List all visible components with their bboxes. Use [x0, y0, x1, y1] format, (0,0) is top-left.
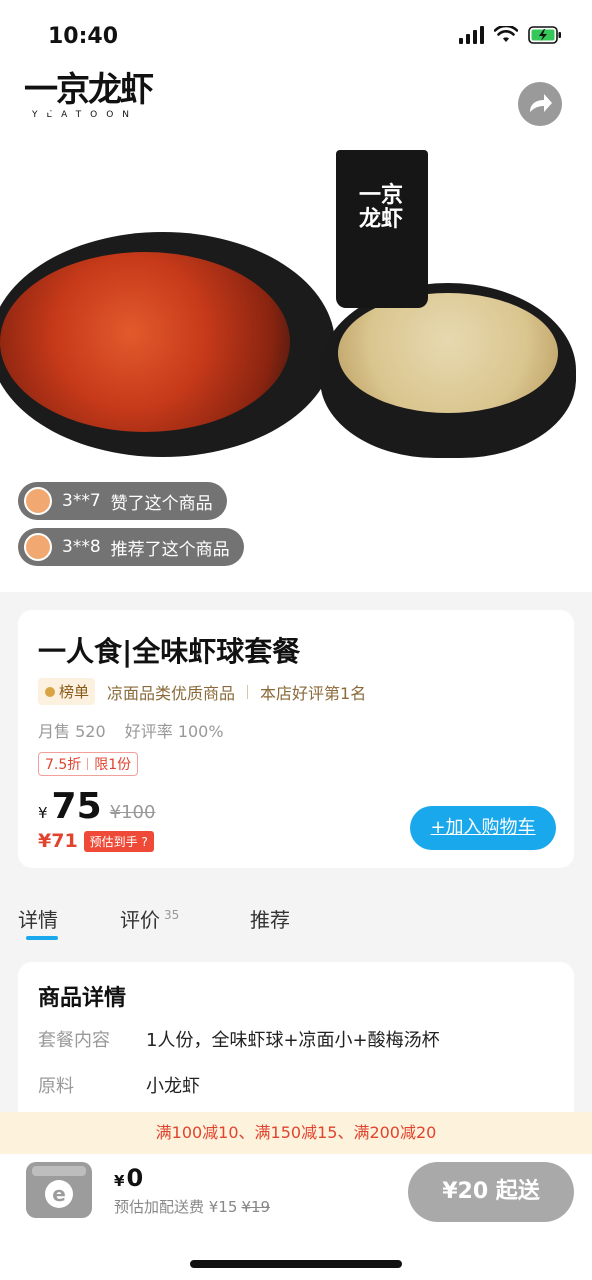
product-detail-card: 商品详情 套餐内容 1人份，全味虾球+凉面小+酸梅汤杯 原料 小龙虾 [18, 962, 574, 1132]
status-bar: 10:40 [0, 0, 592, 76]
wifi-icon [494, 26, 518, 42]
divider [247, 684, 249, 699]
estimated-price: ¥71 [38, 830, 78, 852]
social-proof-like: 3**7 赞了这个商品 [18, 482, 227, 520]
add-to-cart-button[interactable]: +加入购物车 [410, 806, 556, 850]
delivery-fee: 预估加配送费 ¥15 ¥19 [114, 1198, 271, 1216]
status-time: 10:40 [48, 24, 119, 49]
social-proof-recommend: 3**8 推荐了这个商品 [18, 528, 244, 566]
medal-icon [45, 687, 55, 697]
discount-rate: 7.5折 [45, 757, 82, 773]
detail-tabs: 详情 评价 35 推荐 [18, 896, 574, 946]
cellular-signal-icon [459, 26, 484, 44]
currency-symbol: ¥ [38, 804, 48, 822]
tab-details[interactable]: 详情 [18, 904, 58, 933]
ranking-category: 凉面品类优质商品 [107, 683, 236, 703]
divider [87, 758, 89, 770]
sales-stats: 月售 520 好评率 100% [38, 718, 224, 742]
social-text: 推荐了这个商品 [110, 539, 230, 560]
detail-label: 原料 [38, 1076, 74, 1097]
social-user: 3**8 [62, 537, 101, 557]
promo-banner: 满100减10、满150减15、满200减20 [0, 1112, 592, 1154]
drink-cup-image: 一京龙虾 [336, 150, 428, 308]
delivery-fee-original: ¥19 [241, 1198, 271, 1216]
detail-label: 套餐内容 [38, 1030, 110, 1051]
battery-charging-icon [528, 26, 561, 44]
chevron-left-icon [39, 91, 52, 115]
price-row: ¥ 75 ¥100 [38, 786, 155, 827]
social-user: 3**7 [62, 491, 101, 511]
detail-title: 商品详情 [38, 986, 127, 1011]
home-indicator [190, 1260, 402, 1268]
detail-row: 原料 小龙虾 [38, 1072, 200, 1098]
estimated-price-badge: 预估到手 ? [83, 830, 154, 852]
current-price: 75 [51, 786, 102, 827]
ranking-store: 本店好评第1名 [260, 683, 367, 703]
cart-box-icon[interactable]: e [26, 1162, 92, 1218]
social-text: 赞了这个商品 [110, 493, 213, 514]
min-order-button[interactable]: ¥20 起送 [408, 1162, 574, 1222]
detail-value: 1人份，全味虾球+凉面小+酸梅汤杯 [146, 1030, 440, 1051]
share-button[interactable] [518, 82, 562, 126]
cart-total: ¥0 [114, 1164, 144, 1192]
product-hero-image: 一京龙虾 一京龙虾 YEATOON 3**7 赞了这个商品 3**8 推荐了这个… [0, 0, 592, 592]
avatar [24, 533, 52, 561]
crayfish-plate-image [0, 232, 335, 457]
back-button[interactable] [36, 90, 58, 118]
bottom-cart-bar: e ¥0 预估加配送费 ¥15 ¥19 ¥20 起送 [0, 1154, 592, 1280]
share-icon [530, 94, 552, 112]
active-tab-indicator [26, 936, 58, 940]
monthly-sales: 月售 520 [38, 722, 106, 741]
estimated-price-row[interactable]: ¥71 预估到手 ? [38, 830, 154, 852]
status-icons [459, 26, 562, 44]
avatar [24, 487, 52, 515]
detail-row: 套餐内容 1人份，全味虾球+凉面小+酸梅汤杯 [38, 1026, 440, 1052]
tab-recommend[interactable]: 推荐 [250, 904, 290, 933]
original-price: ¥100 [109, 802, 156, 823]
product-info-card: 一人食|全味虾球套餐 榜单 凉面品类优质商品 本店好评第1名 月售 520 好评… [18, 610, 574, 868]
detail-value: 小龙虾 [146, 1076, 200, 1097]
ranking-row[interactable]: 榜单 凉面品类优质商品 本店好评第1名 [38, 678, 366, 705]
ranking-badge: 榜单 [38, 678, 96, 705]
product-title: 一人食|全味虾球套餐 [38, 635, 301, 668]
discount-tag: 7.5折 限1份 [38, 752, 139, 776]
noodle-bowl-image [320, 283, 576, 458]
tab-reviews[interactable]: 评价 35 [120, 904, 179, 933]
review-count: 35 [164, 908, 180, 923]
cup-logo-text: 一京龙虾 [358, 183, 403, 232]
positive-rating: 好评率 100% [124, 722, 224, 741]
purchase-limit: 限1份 [94, 757, 132, 773]
